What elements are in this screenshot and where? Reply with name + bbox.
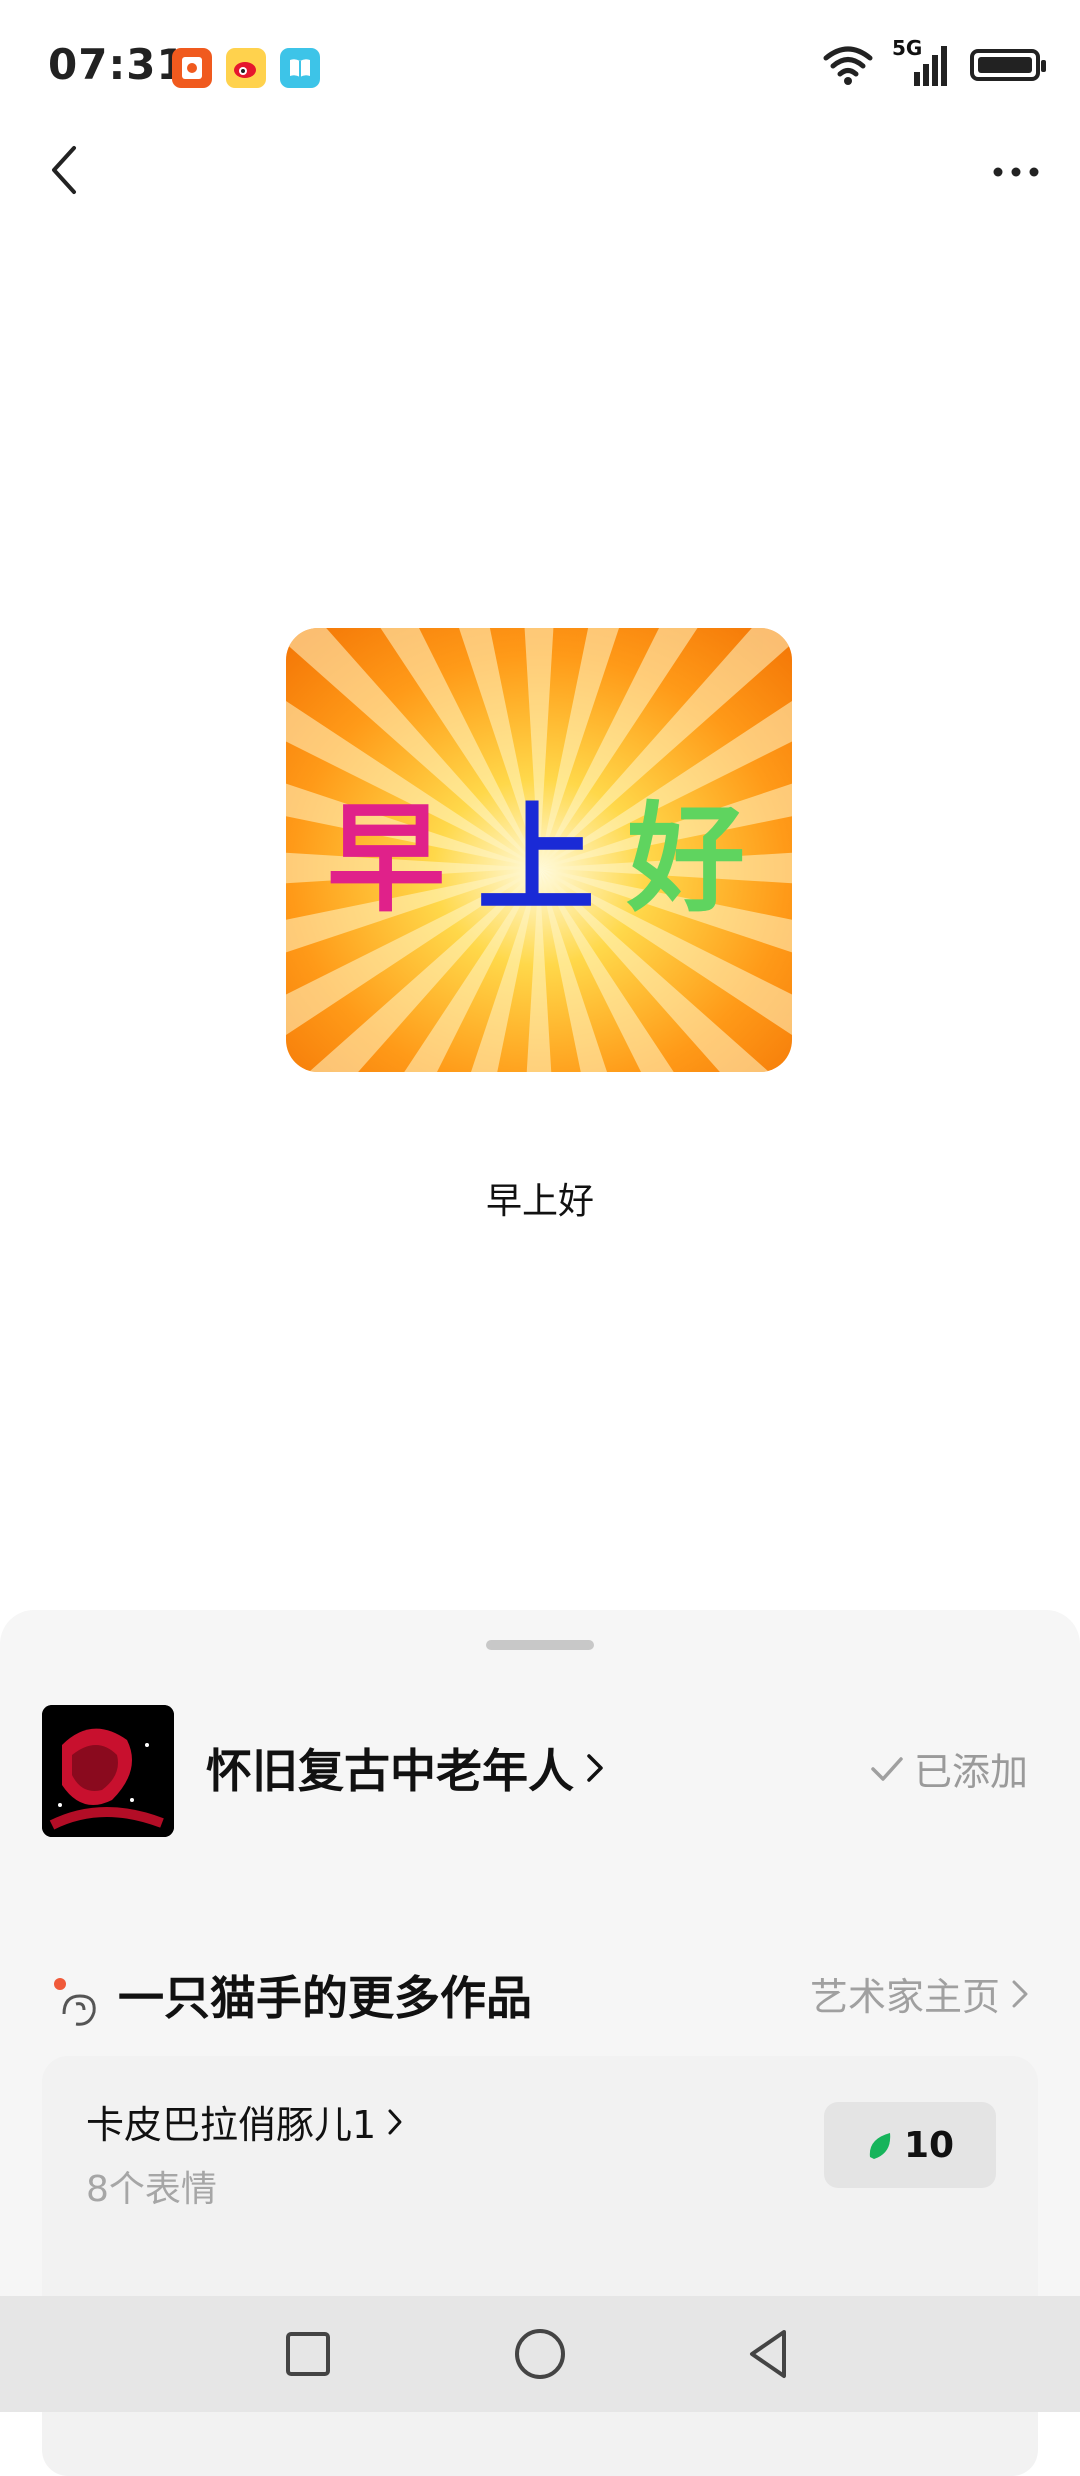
system-navigation-bar [0, 2296, 1080, 2412]
pack-name-link[interactable]: 怀旧复古中老年人 [206, 1735, 606, 1801]
back-icon[interactable] [44, 140, 104, 200]
price-value: 10 [903, 2124, 955, 2166]
chevron-right-icon [388, 2109, 402, 2134]
sticker-char-3: 好 [626, 790, 745, 928]
featured-pack-count: 8个表情 [86, 2169, 217, 2210]
sticker-char-2: 上 [477, 790, 595, 928]
leaf-icon [869, 2133, 891, 2159]
back-nav-button[interactable] [740, 2324, 800, 2384]
sticker-char-1: 早 [327, 790, 445, 928]
wifi-icon [823, 46, 873, 85]
cellular-signal-icon: 5G [892, 36, 952, 88]
added-status: 已添加 [870, 1741, 1028, 1796]
status-bar: 07:31 5G [0, 0, 1080, 136]
sticker-caption: 早上好 [485, 1181, 594, 1222]
chevron-right-icon [1012, 1980, 1028, 2007]
book-app-icon [280, 48, 320, 88]
pack-thumbnail [42, 1705, 174, 1837]
price-button[interactable]: 10 [824, 2102, 996, 2188]
artist-avatar-icon [50, 1974, 106, 2030]
sheet-drag-handle[interactable] [486, 1640, 594, 1650]
notification-icons [172, 48, 320, 88]
artist-homepage-label: 艺术家主页 [809, 1975, 1000, 2019]
battery-icon [970, 49, 1046, 81]
section-title: 一只猫手的更多作品 [118, 1971, 532, 2025]
red-envelope-app-icon [172, 48, 212, 88]
sticker-image[interactable]: 早 上 好 [286, 628, 792, 1072]
chevron-right-icon [587, 1754, 603, 1782]
featured-pack-title: 卡皮巴拉俏豚儿1 [86, 2103, 377, 2147]
sticker-pack-row[interactable]: 怀旧复古中老年人 已添加 [0, 1705, 1080, 1885]
home-button[interactable] [510, 2324, 570, 2384]
more-icon[interactable] [986, 150, 1046, 190]
check-icon [871, 1756, 903, 1781]
featured-pack-card[interactable]: 卡皮巴拉俏豚儿1 8个表情 10 ? [42, 2056, 1038, 2476]
recent-apps-button[interactable] [278, 2324, 338, 2384]
pack-name: 怀旧复古中老年人 [206, 1744, 574, 1798]
weibo-app-icon [226, 48, 266, 88]
added-label: 已添加 [913, 1750, 1028, 1794]
status-time: 07:31 [48, 40, 187, 89]
system-icons: 5G [822, 36, 1046, 88]
featured-pack-title-link[interactable]: 卡皮巴拉俏豚儿1 [86, 2094, 404, 2149]
artist-homepage-link[interactable]: 艺术家主页 [810, 1966, 1030, 2021]
